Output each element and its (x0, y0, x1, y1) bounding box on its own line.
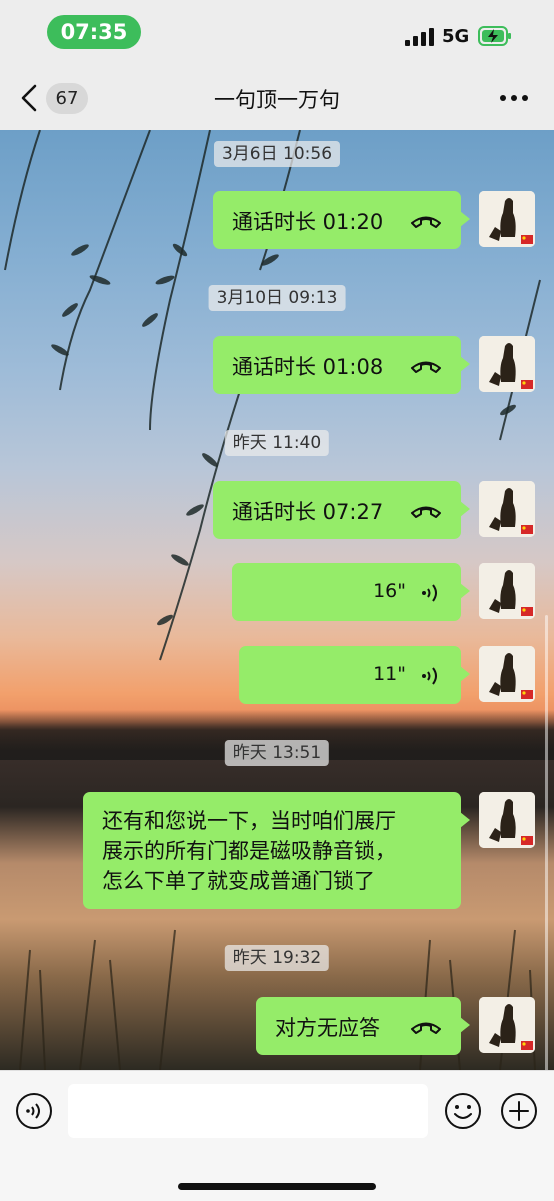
voice-wave-icon (422, 584, 437, 602)
call-duration-text: 通话时长 01:20 (232, 210, 384, 234)
chat-background[interactable]: 3月6日 10:56 通话时长 01:20 3月10日 09:13 通话时长 0… (0, 130, 554, 1070)
voice-message-bubble[interactable]: 16" (232, 563, 470, 621)
battery-charging-icon (478, 26, 511, 46)
voice-wave-icon (422, 667, 437, 685)
call-record-bubble[interactable]: 通话时长 07:27 (213, 481, 470, 539)
message-timestamp: 3月6日 10:56 (213, 141, 341, 167)
avatar[interactable] (479, 563, 535, 619)
status-bar: 07:35 5G (0, 0, 554, 66)
phone-hangup-icon (411, 1022, 441, 1034)
input-bar (0, 1070, 554, 1201)
network-type: 5G (442, 26, 470, 47)
message-timestamp: 昨天 11:40 (224, 430, 330, 456)
call-record-bubble[interactable]: 对方无应答 (256, 997, 470, 1055)
avatar[interactable] (479, 792, 535, 848)
scrollbar[interactable] (545, 615, 548, 1070)
avatar[interactable] (479, 997, 535, 1053)
avatar[interactable] (479, 191, 535, 247)
avatar-image (479, 646, 535, 702)
message-timestamp: 昨天 13:51 (224, 740, 330, 766)
message-text-line: 还有和您说一下，当时咱们展厅 (102, 809, 396, 833)
message-text-line: 展示的所有门都是磁吸静音锁， (102, 839, 396, 863)
chat-title: 一句顶一万句 (214, 88, 340, 112)
message-text-line: 怎么下单了就变成普通门锁了 (102, 869, 375, 893)
text-message-bubble[interactable]: 还有和您说一下，当时咱们展厅 展示的所有门都是磁吸静音锁， 怎么下单了就变成普通… (83, 792, 470, 909)
status-time: 07:35 (47, 15, 141, 49)
message-input[interactable] (68, 1084, 428, 1138)
signal-icon (405, 28, 434, 46)
voice-duration: 16" (373, 580, 406, 602)
avatar[interactable] (479, 646, 535, 702)
voice-duration: 11" (373, 663, 406, 685)
more-icon[interactable] (498, 91, 530, 105)
call-record-bubble[interactable]: 通话时长 01:08 (213, 336, 470, 394)
call-status-text: 对方无应答 (275, 1016, 380, 1040)
message-text: 还有和您说一下，当时咱们展厅 展示的所有门都是磁吸静音锁， 怎么下单了就变成普通… (102, 806, 396, 896)
phone-hangup-icon (411, 361, 441, 373)
plus-icon[interactable] (500, 1092, 538, 1130)
avatar-image (479, 792, 535, 848)
emoji-icon[interactable] (444, 1092, 482, 1130)
message-timestamp: 昨天 19:32 (224, 945, 330, 971)
avatar-image (479, 997, 535, 1053)
avatar-image (479, 563, 535, 619)
avatar-image (479, 336, 535, 392)
call-duration-text: 通话时长 01:08 (232, 355, 384, 379)
avatar-image (479, 481, 535, 537)
call-duration-text: 通话时长 07:27 (232, 500, 384, 524)
voice-input-icon[interactable] (15, 1092, 53, 1130)
call-record-bubble[interactable]: 通话时长 01:20 (213, 191, 470, 249)
home-indicator (178, 1183, 376, 1190)
avatar-image (479, 191, 535, 247)
message-timestamp: 3月10日 09:13 (208, 285, 346, 311)
phone-hangup-icon (411, 216, 441, 228)
chat-header: 67 一句顶一万句 (0, 66, 554, 130)
phone-hangup-icon (411, 506, 441, 518)
avatar[interactable] (479, 481, 535, 537)
voice-message-bubble[interactable]: 11" (239, 646, 470, 704)
avatar[interactable] (479, 336, 535, 392)
